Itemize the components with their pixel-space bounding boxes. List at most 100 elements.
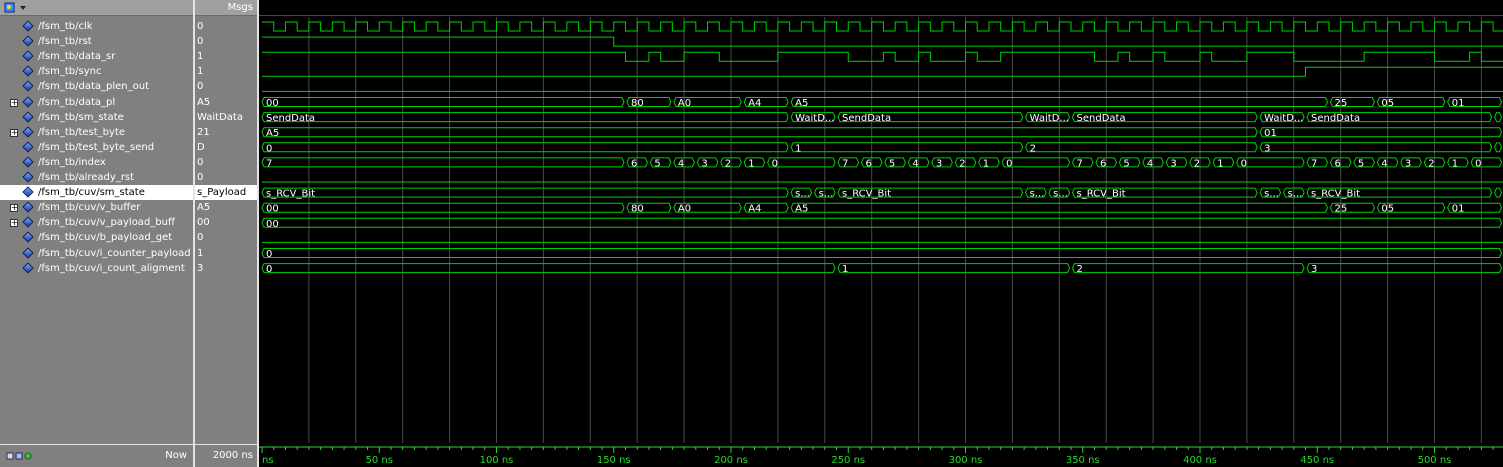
names-header [0, 0, 193, 16]
bus-value-label: 80 [631, 204, 644, 215]
expand-plus-icon[interactable]: + [10, 204, 18, 213]
bus-value-label: 5 [1358, 158, 1364, 169]
signal-value[interactable]: 21 [195, 125, 257, 140]
expand-plus-icon[interactable]: + [10, 219, 18, 228]
signal-name: /fsm_tb/cuv/i_count_aligment [38, 262, 185, 274]
bus-value-label: 2 [959, 158, 965, 169]
signal-row[interactable]: /fsm_tb/sync [0, 64, 193, 79]
signal-value[interactable]: 0 [195, 170, 257, 185]
timeline-label: 400 ns [1183, 455, 1217, 466]
signal-row[interactable]: /fsm_tb/cuv/i_count_aligment [0, 261, 193, 276]
signal-row[interactable]: /fsm_tb/cuv/b_payload_get [0, 230, 193, 245]
signal-diamond-icon [22, 126, 34, 138]
signal-value[interactable]: 0 [195, 155, 257, 170]
signal-row[interactable]: /fsm_tb/data_sr [0, 49, 193, 64]
bus-value-label: A0 [678, 204, 691, 215]
signal-row[interactable]: + /fsm_tb/data_pl [0, 95, 193, 110]
signal-diamond-icon [22, 186, 34, 198]
signal-row[interactable]: /fsm_tb/cuv/i_counter_payload [0, 246, 193, 261]
signal-row[interactable]: + /fsm_tb/test_byte [0, 125, 193, 140]
signal-name: /fsm_tb/rst [38, 36, 92, 48]
signal-value[interactable]: 0 [195, 19, 257, 34]
bus-value-label: s... [1053, 189, 1068, 200]
bus-value-label: 2 [725, 158, 731, 169]
signal-value[interactable]: s_Payload [195, 185, 257, 201]
waveform-pane[interactable]: 00 80 A0 A4 A5 25 05 01 SendData WaitD... SendData… [259, 0, 1503, 467]
signal-name: /fsm_tb/index [38, 156, 106, 168]
signal-value[interactable]: 1 [195, 64, 257, 79]
bus-value-label: 1 [1452, 158, 1458, 169]
signal-value[interactable]: 0 [195, 230, 257, 245]
signal-value[interactable]: 0 [195, 34, 257, 49]
bus-value-label: SendData [266, 113, 315, 124]
bus-value-label: 7 [1077, 158, 1083, 169]
signal-value[interactable]: A5 [195, 200, 257, 215]
signal-name: /fsm_tb/sm_state [38, 111, 124, 123]
signal-value[interactable]: WaitData [195, 110, 257, 125]
bus-value-label: 3 [1264, 143, 1270, 154]
signal-row[interactable]: /fsm_tb/cuv/sm_state [0, 185, 193, 201]
bus-segment [1259, 142, 1493, 153]
signal-diamond-icon [22, 201, 34, 213]
waveform-canvas[interactable]: 00 80 A0 A4 A5 25 05 01SendData WaitD... SendData… [259, 0, 1503, 467]
expand-plus-icon[interactable]: + [10, 128, 18, 137]
bus-segment [261, 157, 625, 168]
signal-row[interactable]: /fsm_tb/clk [0, 19, 193, 34]
bus-value-label: 05 [1381, 98, 1394, 109]
bus-value-label: 0 [266, 249, 272, 260]
bus-value-label: 0 [266, 143, 272, 154]
signal-value[interactable]: 1 [195, 246, 257, 261]
signal-row[interactable]: /fsm_tb/test_byte_send [0, 140, 193, 155]
bus-segment [261, 187, 789, 198]
bus-segment [261, 217, 1503, 228]
timeline-label: ns [262, 455, 274, 466]
bus-value-label: 3 [1405, 158, 1411, 169]
signal-value[interactable]: 3 [195, 261, 257, 276]
bus-segment [1494, 142, 1503, 153]
signal-row[interactable]: /fsm_tb/index [0, 155, 193, 170]
signal-row[interactable]: /fsm_tb/rst [0, 34, 193, 49]
timeline-label: 50 ns [366, 455, 393, 466]
signal-diamond-icon [22, 231, 34, 244]
bus-value-label: A4 [748, 98, 761, 109]
signal-row[interactable]: /fsm_tb/data_plen_out [0, 79, 193, 94]
bus-segment [1306, 263, 1503, 274]
signal-name: /fsm_tb/already_rst [38, 172, 135, 183]
expand-plus-icon[interactable]: + [10, 98, 18, 107]
signal-diamond-icon [22, 261, 34, 274]
bus-segment [261, 248, 1503, 258]
bus-value-label: s_RCV_Bit [266, 189, 315, 200]
names-footer: Now [0, 444, 193, 467]
bus-value-label: 3 [1170, 158, 1176, 169]
wave-toolbar-icon[interactable] [4, 2, 30, 14]
bus-segment [261, 112, 789, 123]
signal-row[interactable]: + /fsm_tb/cuv/v_payload_buff [0, 215, 193, 230]
bus-value-label: 4 [1147, 158, 1153, 169]
bus-value-label: 1 [1217, 158, 1223, 169]
signal-row[interactable]: + /fsm_tb/cuv/v_buffer [0, 200, 193, 215]
bit-waveform [262, 21, 1503, 32]
bus-value-label: 6 [1100, 158, 1106, 169]
bus-value-label: 80 [631, 98, 644, 109]
signal-row[interactable]: /fsm_tb/sm_state [0, 110, 193, 125]
signal-value[interactable]: D [195, 140, 257, 155]
signal-row[interactable]: /fsm_tb/already_rst [0, 170, 193, 185]
signal-value[interactable]: 00 [195, 215, 257, 230]
signal-value[interactable]: 1 [195, 49, 257, 64]
signal-value[interactable]: A5 [195, 95, 257, 110]
bus-value-label: s... [1264, 189, 1279, 200]
bus-value-label: WaitD... [795, 113, 834, 124]
signal-name: /fsm_tb/clk [38, 21, 93, 32]
bus-value-label: s_RCV_Bit [1311, 189, 1360, 200]
bus-value-label: 05 [1381, 204, 1394, 215]
signal-name: /fsm_tb/data_sr [38, 51, 116, 63]
signal-diamond-icon [22, 156, 34, 168]
bus-segment [1494, 187, 1503, 198]
timeline-label: 350 ns [1066, 455, 1100, 466]
footer-toolbar-icon[interactable] [6, 451, 34, 461]
timeline-label: 300 ns [949, 455, 983, 466]
signal-value[interactable]: 0 [195, 79, 257, 94]
signal-diamond-icon [22, 20, 34, 32]
timeline-label: 150 ns [597, 455, 631, 466]
now-label: Now [165, 450, 187, 461]
